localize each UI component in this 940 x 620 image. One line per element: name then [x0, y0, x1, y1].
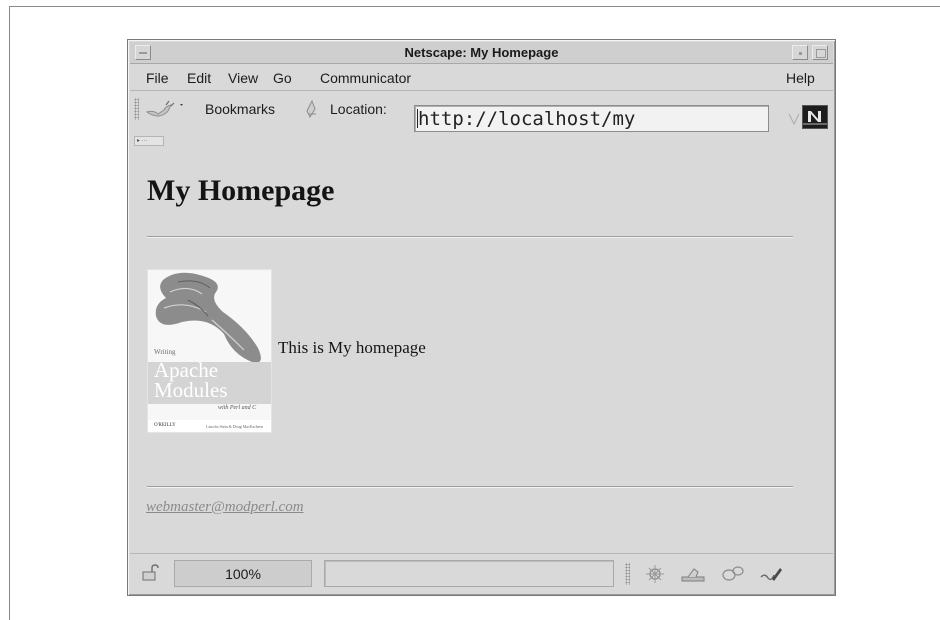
- toolbar-collapse-tab[interactable]: ▸ ···: [134, 136, 164, 146]
- status-message: [324, 560, 614, 587]
- bookmarks-label[interactable]: Bookmarks: [205, 101, 275, 117]
- url-dropdown-icon[interactable]: [787, 110, 801, 128]
- composer-icon[interactable]: [758, 563, 784, 585]
- navigator-icon[interactable]: [643, 563, 669, 585]
- homepage-text: This is My homepage: [278, 338, 426, 357]
- horizontal-rule: [147, 236, 793, 238]
- menu-bar: File Edit View Go Communicator Help: [130, 65, 833, 91]
- cover-subtitle: with Perl and C: [218, 405, 257, 411]
- location-toolbar: Bookmarks Location: http://localhost/my: [130, 92, 833, 136]
- bookmarks-icon[interactable]: [144, 99, 190, 119]
- netscape-logo-icon[interactable]: [802, 105, 828, 129]
- cover-authors: Lincoln Stein & Doug MacEachern: [206, 424, 263, 429]
- webmaster-email-link[interactable]: webmaster@modperl.com: [146, 499, 304, 516]
- horizontal-rule-footer: [147, 486, 793, 488]
- browser-window: Netscape: My Homepage File Edit View Go …: [127, 39, 836, 596]
- title-bar[interactable]: Netscape: My Homepage: [130, 42, 833, 64]
- minimize-button[interactable]: [792, 45, 808, 60]
- maximize-button[interactable]: [812, 45, 828, 60]
- zoom-level: 100%: [174, 560, 312, 587]
- menu-view[interactable]: View: [228, 70, 258, 86]
- status-bar: 100%: [130, 553, 833, 591]
- menu-edit[interactable]: Edit: [187, 70, 211, 86]
- cover-title-line-2: Modules: [154, 378, 228, 402]
- location-icon[interactable]: [304, 99, 320, 119]
- mail-icon[interactable]: [680, 563, 706, 585]
- menu-go[interactable]: Go: [273, 70, 292, 86]
- cover-publisher: O'REILLY: [154, 423, 176, 428]
- book-cover-image: Writing Apache Modules with Perl and C O…: [147, 269, 272, 433]
- menu-file[interactable]: File: [146, 70, 169, 86]
- page-heading: My Homepage: [147, 174, 335, 207]
- menu-help[interactable]: Help: [786, 70, 815, 86]
- cover-small-title: Writing: [154, 348, 176, 356]
- page-content: My Homepage Writing Apache Modules with …: [130, 148, 833, 588]
- window-title: Netscape: My Homepage: [404, 45, 559, 60]
- component-bar-grip[interactable]: [625, 563, 630, 585]
- location-label: Location:: [330, 101, 387, 117]
- menu-communicator[interactable]: Communicator: [320, 70, 411, 86]
- location-input[interactable]: http://localhost/my: [414, 105, 769, 132]
- discussions-icon[interactable]: [720, 563, 746, 585]
- toolbar-grip[interactable]: [134, 98, 139, 120]
- security-lock-icon[interactable]: [140, 564, 160, 582]
